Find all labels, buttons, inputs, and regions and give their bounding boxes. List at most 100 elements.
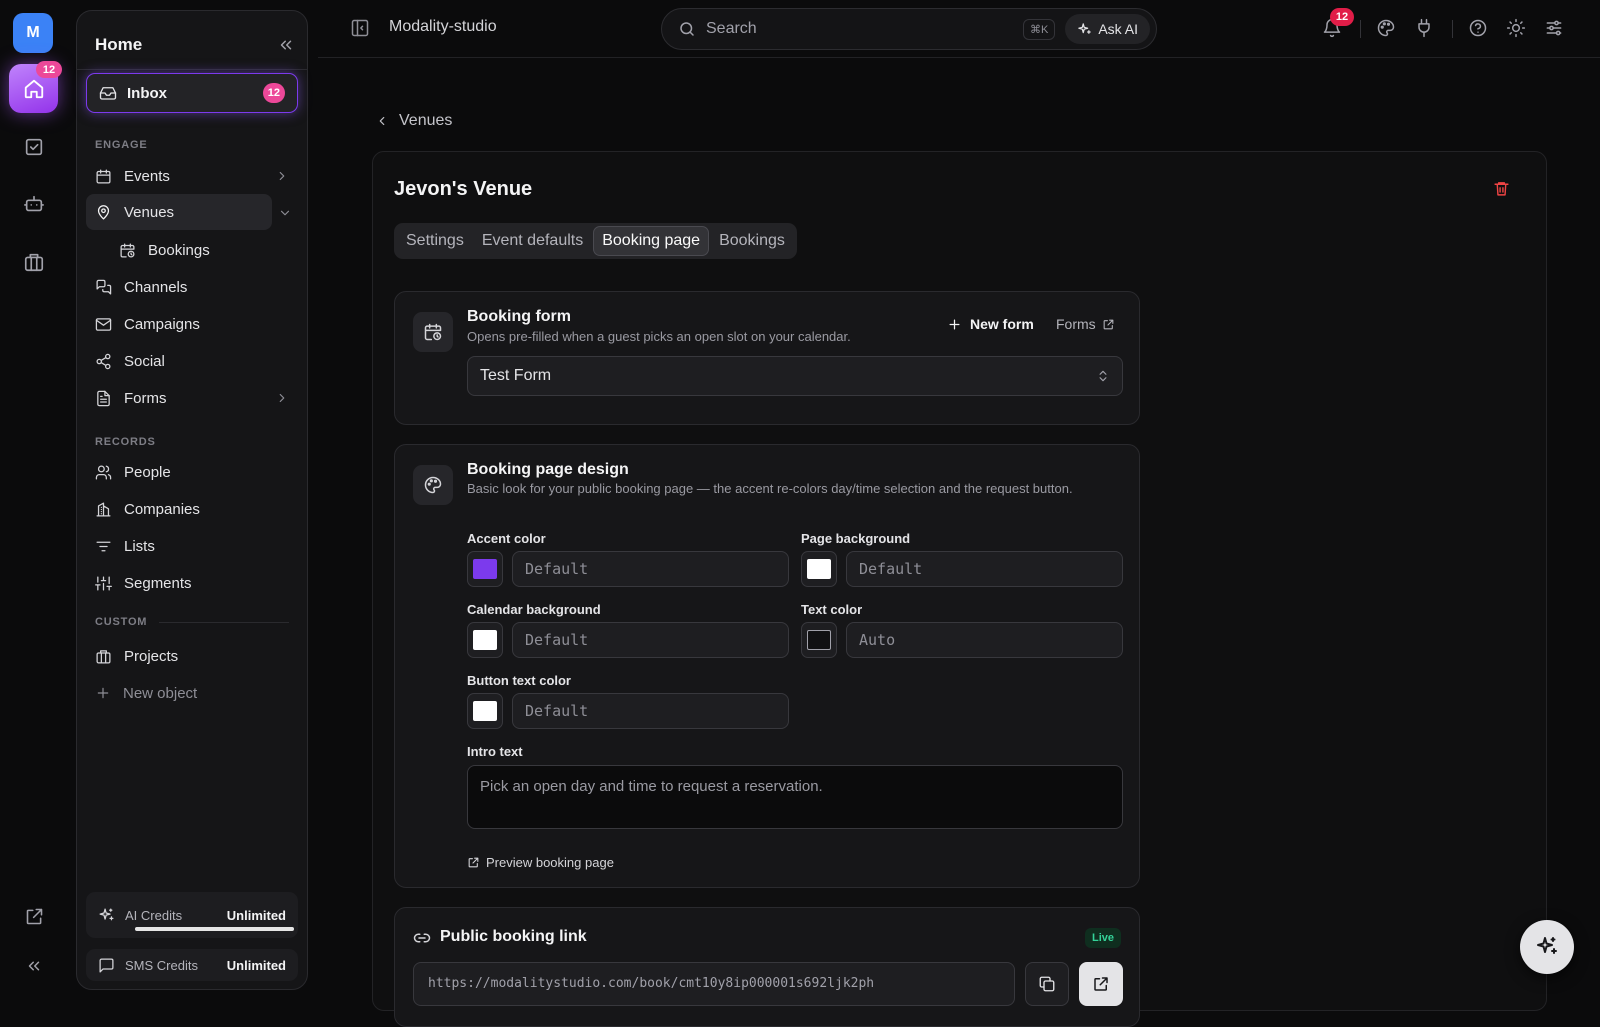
sidebar-item-new-object[interactable]: New object [86, 675, 298, 711]
tab-booking-page[interactable]: Booking page [593, 226, 710, 256]
preview-booking-page-link[interactable]: Preview booking page [467, 855, 614, 870]
inbox-label: Inbox [127, 84, 167, 102]
workspace-name: Modality-studio [389, 18, 497, 35]
text-color-input[interactable]: Auto [846, 622, 1123, 658]
sidebar-item-lists[interactable]: Lists [86, 528, 298, 564]
share-icon [96, 353, 111, 369]
chevron-right-icon [279, 393, 285, 403]
text-color-swatch[interactable] [801, 622, 837, 658]
section-records: RECORDS [95, 436, 156, 448]
mail-icon [95, 317, 112, 331]
sidebar-title: Home [95, 35, 143, 54]
plus-icon [97, 687, 109, 699]
inbox-icon [99, 87, 117, 100]
message-square-icon [99, 957, 114, 973]
ask-ai-button[interactable]: Ask AI [1065, 14, 1150, 44]
workspace-avatar[interactable]: M [13, 13, 53, 53]
ask-ai-label: Ask AI [1098, 21, 1138, 37]
page-background-swatch[interactable] [801, 551, 837, 587]
sidebar-item-inbox[interactable]: Inbox 12 [86, 73, 298, 113]
objects-button[interactable] [21, 249, 47, 275]
ai-credits[interactable]: AI Credits Unlimited [86, 892, 298, 938]
open-external-button[interactable] [21, 903, 47, 929]
forms-link[interactable]: Forms [1056, 316, 1115, 332]
integrations-button[interactable] [1412, 16, 1436, 40]
sidebar-item-label: Projects [124, 647, 179, 665]
sms-credits-value: Unlimited [226, 957, 286, 973]
plus-icon [949, 319, 960, 329]
automations-button[interactable] [21, 191, 47, 217]
page-background-input[interactable]: Default [846, 551, 1123, 587]
open-link-button[interactable] [1079, 962, 1123, 1006]
new-form-label: New form [970, 316, 1034, 332]
new-form-button[interactable]: New form [947, 316, 1034, 332]
accent-color-chip [473, 559, 497, 579]
sidebar-item-label: Campaigns [124, 315, 200, 333]
public-booking-url[interactable]: https://modalitystudio.com/book/cmt10y8i… [413, 962, 1015, 1006]
app-rail: M 12 [0, 0, 67, 1000]
button-text-color-input[interactable]: Default [512, 693, 789, 729]
tasks-button[interactable] [21, 134, 47, 160]
sidebar-item-venues[interactable]: Venues [86, 194, 272, 230]
calendar-background-swatch[interactable] [467, 622, 503, 658]
chevron-left-icon [379, 116, 385, 126]
plug-icon [1418, 18, 1430, 38]
sidebar-item-bookings[interactable]: Bookings [110, 232, 298, 268]
breadcrumb[interactable]: Venues [375, 112, 452, 130]
booking-form-select-value: Test Form [480, 367, 552, 384]
link-icon-wrap [413, 929, 431, 947]
sidebar: Home Inbox 12 ENGAGE Events Venues Booki… [76, 10, 308, 990]
tab-settings[interactable]: Settings [398, 227, 472, 255]
sidebar-item-events[interactable]: Events [86, 158, 298, 194]
page-background-label: Page background [801, 531, 911, 546]
sidebar-item-campaigns[interactable]: Campaigns [86, 306, 298, 342]
collapse-rail-button[interactable] [21, 953, 47, 979]
sms-credits[interactable]: SMS Credits Unlimited [86, 949, 298, 981]
venues-expand-toggle[interactable] [278, 206, 292, 220]
briefcase-icon [96, 649, 111, 664]
users-icon [95, 464, 112, 480]
calendar-clock-icon [424, 323, 442, 341]
calendar-background-label: Calendar background [467, 602, 601, 617]
public-link-title: Public booking link [440, 928, 587, 945]
tab-event-defaults[interactable]: Event defaults [474, 227, 591, 255]
sidebar-item-social[interactable]: Social [86, 343, 298, 379]
public-link-card: Public booking link Live https://modalit… [394, 907, 1140, 1027]
sun-icon [1506, 18, 1526, 38]
theme-palette-button[interactable] [1374, 16, 1398, 40]
sidebar-item-segments[interactable]: Segments [86, 565, 298, 601]
button-text-color-swatch[interactable] [467, 693, 503, 729]
collapse-sidebar-button[interactable] [277, 36, 295, 54]
sidebar-item-people[interactable]: People [86, 454, 298, 490]
help-button[interactable] [1466, 16, 1490, 40]
chevrons-up-down-icon [1099, 370, 1107, 382]
accent-color-input[interactable]: Default [512, 551, 789, 587]
settings-button[interactable] [1542, 16, 1566, 40]
ai-credits-progress [135, 927, 294, 931]
topbar-separator [1360, 20, 1361, 38]
trash-icon [1494, 182, 1509, 196]
tab-bookings[interactable]: Bookings [711, 227, 793, 255]
external-link-icon [1103, 319, 1114, 329]
theme-toggle-button[interactable] [1504, 16, 1528, 40]
accent-color-swatch[interactable] [467, 551, 503, 587]
ai-assistant-button[interactable] [1520, 920, 1574, 974]
booking-form-select[interactable]: Test Form [467, 356, 1123, 396]
sidebar-item-channels[interactable]: Channels [86, 269, 298, 305]
sidebar-item-projects[interactable]: Projects [86, 638, 298, 674]
sidebar-divider [77, 69, 307, 70]
sidebar-item-companies[interactable]: Companies [86, 491, 298, 527]
search-input[interactable]: Search [706, 20, 1013, 38]
delete-venue-button[interactable] [1493, 180, 1510, 197]
toggle-sidebar-button[interactable] [350, 18, 370, 38]
sms-credits-label: SMS Credits [125, 957, 198, 973]
calendar-background-input[interactable]: Default [512, 622, 789, 658]
office-building-icon [96, 501, 111, 517]
booking-design-card: Booking page design Basic look for your … [394, 444, 1140, 888]
palette-icon [424, 476, 442, 494]
intro-text-input[interactable]: Pick an open day and time to request a r… [467, 765, 1123, 829]
copy-link-button[interactable] [1025, 962, 1069, 1006]
sidebar-item-forms[interactable]: Forms [86, 380, 298, 416]
search-bar[interactable]: Search ⌘K Ask AI [661, 8, 1157, 50]
sparkles-icon [1078, 22, 1092, 34]
